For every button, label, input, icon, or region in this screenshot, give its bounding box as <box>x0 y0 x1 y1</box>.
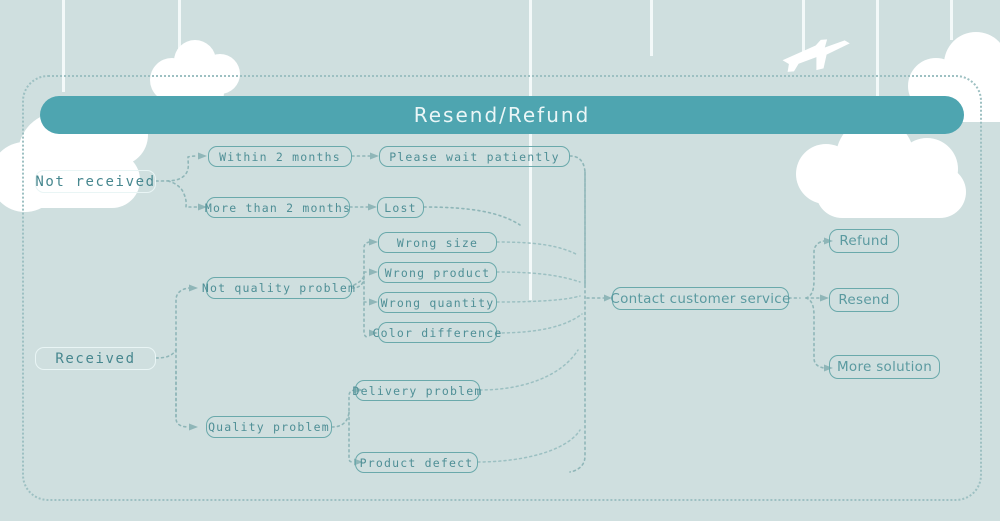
node-label: Resend <box>838 292 890 308</box>
node-label: Contact customer service <box>610 290 791 307</box>
node-more-than-2-months[interactable]: More than 2 months <box>204 197 352 218</box>
node-received[interactable]: Received <box>35 347 156 370</box>
node-label: Lost <box>384 200 417 215</box>
node-label: Please wait patiently <box>389 149 560 164</box>
node-wrong-product[interactable]: Wrong product <box>378 262 497 283</box>
node-quality-problem[interactable]: Quality problem <box>206 416 332 438</box>
node-wrong-size[interactable]: Wrong size <box>378 232 497 253</box>
node-delivery-problem[interactable]: Delivery problem <box>352 380 483 401</box>
node-label: More than 2 months <box>204 200 352 215</box>
node-label: Not received <box>35 173 156 190</box>
node-lost[interactable]: Lost <box>377 197 424 218</box>
node-product-defect[interactable]: Product defect <box>355 452 478 473</box>
node-label: Color difference <box>372 325 503 340</box>
node-please-wait-patiently[interactable]: Please wait patiently <box>379 146 570 167</box>
flowchart-canvas: Resend/Refund Not received Received With… <box>0 0 1000 521</box>
node-label: Delivery problem <box>352 383 483 398</box>
node-label: Wrong size <box>396 235 479 250</box>
node-wrong-quantity[interactable]: Wrong quantity <box>378 292 497 313</box>
node-label: Not quality problem <box>201 281 357 295</box>
node-within-2-months[interactable]: Within 2 months <box>208 146 352 167</box>
node-more-solution[interactable]: More solution <box>829 355 940 379</box>
node-refund[interactable]: Refund <box>829 229 899 253</box>
node-label: Product defect <box>359 455 474 470</box>
node-resend[interactable]: Resend <box>829 288 899 312</box>
node-label: Refund <box>839 233 889 249</box>
node-color-difference[interactable]: Color difference <box>373 322 501 343</box>
connector-lines <box>155 152 833 473</box>
node-not-received[interactable]: Not received <box>35 170 156 193</box>
node-label: Received <box>55 350 136 367</box>
node-label: Within 2 months <box>219 149 341 164</box>
node-not-quality-problem[interactable]: Not quality problem <box>202 277 355 299</box>
node-contact-customer-service[interactable]: Contact customer service <box>610 287 791 310</box>
node-label: Wrong quantity <box>380 295 495 310</box>
node-label: Wrong product <box>384 265 491 280</box>
node-label: Quality problem <box>208 420 330 434</box>
node-label: More solution <box>836 359 933 375</box>
